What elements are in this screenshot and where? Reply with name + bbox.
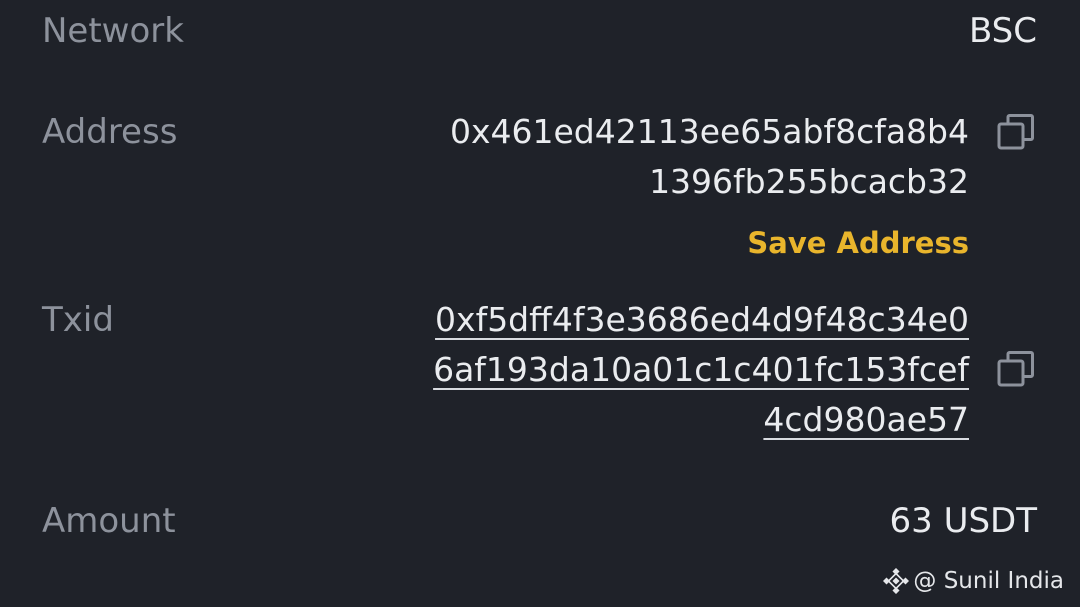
- watermark-text: @ Sunil India: [913, 568, 1064, 594]
- txid-value-line-2[interactable]: 6af193da10a01c1c401fc153fcef: [433, 353, 969, 386]
- amount-label: Amount: [42, 501, 176, 541]
- binance-logo-icon: [883, 568, 910, 594]
- copy-address-icon[interactable]: [996, 112, 1036, 152]
- txid-value-line-3[interactable]: 4cd980ae57: [763, 403, 969, 436]
- address-label: Address: [42, 112, 178, 152]
- txid-label: Txid: [42, 300, 114, 340]
- network-value: BSC: [968, 11, 1037, 51]
- network-label: Network: [42, 11, 184, 51]
- address-value-line-1: 0x461ed42113ee65abf8cfa8b4: [449, 112, 969, 151]
- copy-txid-icon[interactable]: [996, 349, 1036, 389]
- address-value-line-2: 1396fb255bcacb32: [649, 162, 969, 201]
- save-address-button[interactable]: Save Address: [747, 229, 969, 258]
- watermark: @ Sunil India: [883, 568, 1064, 594]
- txid-value-line-1[interactable]: 0xf5dff4f3e3686ed4d9f48c34e0: [435, 303, 969, 336]
- amount-value: 63 USDT: [889, 501, 1038, 541]
